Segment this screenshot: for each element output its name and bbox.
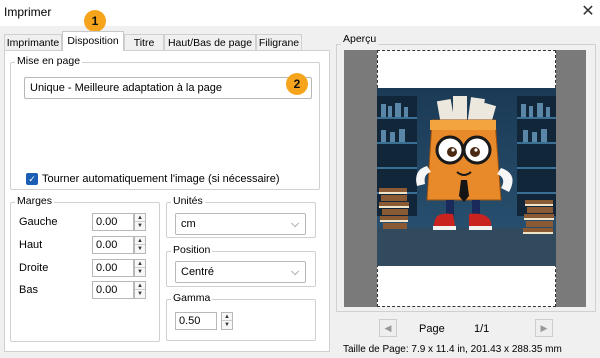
stepper-up-icon[interactable]: ▲	[135, 214, 145, 222]
chevron-down-icon: ⌵	[290, 266, 300, 278]
stepper-down-icon[interactable]: ▼	[135, 222, 145, 230]
gamma-group-label: Gamma	[171, 292, 213, 304]
units-group-label: Unités	[171, 195, 205, 207]
tab-haut-bas-de-page[interactable]: Haut/Bas de page	[164, 34, 256, 51]
page-label: Page	[419, 323, 445, 335]
margin-right-label: Droite	[19, 262, 49, 274]
page-count: 1/1	[474, 323, 490, 335]
close-icon[interactable]: ✕	[580, 3, 596, 21]
tab-filigrane[interactable]: Filigrane	[256, 34, 302, 51]
layout-group-label: Mise en page	[15, 55, 83, 67]
margin-bottom-input[interactable]: 0.00	[92, 281, 134, 299]
margin-top-input[interactable]: 0.00	[92, 236, 134, 254]
page-size-text: Taille de Page: 7.9 x 11.4 in, 201.43 x …	[343, 344, 562, 355]
margin-top-stepper[interactable]: ▲ ▼	[134, 236, 146, 254]
chevron-down-icon: ⌵	[290, 218, 300, 230]
margin-bottom-label: Bas	[19, 284, 38, 296]
margin-right-stepper[interactable]: ▲ ▼	[134, 259, 146, 277]
tab-titre[interactable]: Titre	[124, 34, 164, 51]
stepper-down-icon[interactable]: ▼	[222, 321, 232, 329]
stepper-down-icon[interactable]: ▼	[135, 268, 145, 276]
position-group-label: Position	[171, 244, 213, 256]
layout-mode-select[interactable]: Unique - Meilleure adaptation à la page	[24, 77, 312, 99]
next-page-button[interactable]: ▶	[535, 319, 553, 337]
position-value: Centré	[181, 266, 215, 278]
stepper-up-icon[interactable]: ▲	[135, 282, 145, 290]
stepper-up-icon[interactable]: ▲	[222, 313, 232, 321]
margin-left-input[interactable]: 0.00	[92, 213, 134, 231]
margin-left-label: Gauche	[19, 216, 58, 228]
margin-bottom-stepper[interactable]: ▲ ▼	[134, 281, 146, 299]
stepper-up-icon[interactable]: ▲	[135, 260, 145, 268]
step-badge-1: 1	[84, 10, 106, 32]
gamma-stepper[interactable]: ▲ ▼	[221, 312, 233, 330]
window-title: Imprimer	[4, 5, 52, 19]
preview-group-label: Aperçu	[341, 33, 379, 45]
layout-mode-value: Unique - Meilleure adaptation à la page	[30, 82, 223, 94]
position-select[interactable]: Centré ⌵	[175, 261, 306, 283]
units-value: cm	[181, 218, 196, 230]
stepper-up-icon[interactable]: ▲	[135, 237, 145, 245]
step-badge-2: 2	[286, 73, 308, 95]
rotate-label: Tourner automatiquement l'image (si néce…	[42, 173, 280, 185]
preview-image	[377, 88, 556, 266]
margin-left-stepper[interactable]: ▲ ▼	[134, 213, 146, 231]
tab-imprimante[interactable]: Imprimante	[4, 34, 62, 51]
rotate-checkbox[interactable]: ✓	[26, 173, 38, 185]
margin-right-input[interactable]: 0.00	[92, 259, 134, 277]
margin-top-label: Haut	[19, 239, 43, 251]
gamma-input[interactable]: 0.50	[175, 312, 217, 330]
stepper-down-icon[interactable]: ▼	[135, 245, 145, 253]
margins-group-label: Marges	[15, 195, 55, 207]
stepper-down-icon[interactable]: ▼	[135, 290, 145, 298]
previous-page-button[interactable]: ◀	[379, 319, 397, 337]
units-select[interactable]: cm ⌵	[175, 213, 306, 235]
tab-disposition[interactable]: Disposition	[62, 31, 124, 51]
